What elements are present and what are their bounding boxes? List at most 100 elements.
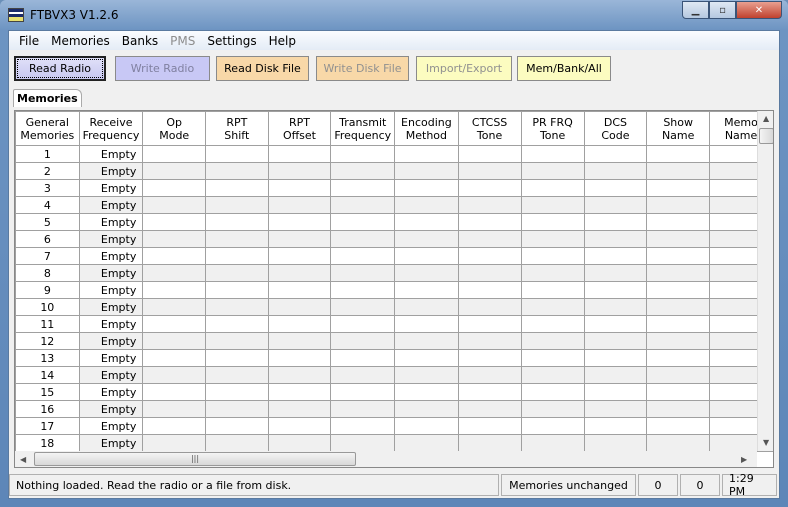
grid-cell[interactable] — [267, 434, 332, 452]
grid-cell[interactable] — [457, 400, 522, 418]
grid-cell[interactable] — [394, 332, 459, 350]
grid-cell[interactable] — [394, 417, 459, 435]
grid-cell[interactable] — [646, 298, 711, 316]
horizontal-scrollbar[interactable]: ◀ ||| ▶ — [15, 451, 757, 467]
grid-cell[interactable] — [520, 145, 585, 163]
grid-cell[interactable] — [646, 417, 711, 435]
grid-cell[interactable] — [142, 332, 207, 350]
grid-cell[interactable] — [205, 434, 269, 452]
grid-cell[interactable] — [267, 383, 332, 401]
column-header[interactable]: CTCSS Tone — [457, 111, 522, 146]
grid-cell[interactable] — [142, 400, 207, 418]
menu-file[interactable]: File — [13, 34, 45, 48]
grid-cell[interactable] — [205, 213, 269, 231]
grid-cell[interactable] — [205, 383, 269, 401]
grid-cell[interactable] — [457, 383, 522, 401]
grid-cell[interactable] — [646, 315, 711, 333]
receive-frequency-cell[interactable]: Empty — [78, 145, 144, 163]
grid-cell[interactable] — [267, 400, 332, 418]
grid-cell[interactable] — [583, 417, 648, 435]
grid-cell[interactable] — [457, 315, 522, 333]
receive-frequency-cell[interactable]: Empty — [78, 349, 144, 367]
vertical-scroll-thumb[interactable] — [759, 128, 773, 144]
grid-cell[interactable] — [583, 383, 648, 401]
read-radio-button[interactable]: Read Radio — [14, 56, 106, 81]
grid-cell[interactable] — [646, 162, 711, 180]
grid-cell[interactable] — [267, 213, 332, 231]
receive-frequency-cell[interactable]: Empty — [78, 434, 144, 452]
scroll-left-icon[interactable]: ◀ — [20, 455, 26, 464]
grid-cell[interactable] — [457, 213, 522, 231]
table-row[interactable]: 12 Empty — [15, 332, 773, 350]
grid-cell[interactable] — [330, 264, 396, 282]
grid-cell[interactable] — [394, 179, 459, 197]
row-number[interactable]: 16 — [15, 400, 80, 418]
grid-cell[interactable] — [457, 145, 522, 163]
receive-frequency-cell[interactable]: Empty — [78, 281, 144, 299]
vertical-scrollbar[interactable]: ▲ ▼ — [757, 111, 773, 451]
grid-cell[interactable] — [142, 179, 207, 197]
grid-cell[interactable] — [394, 366, 459, 384]
grid-cell[interactable] — [330, 247, 396, 265]
receive-frequency-cell[interactable]: Empty — [78, 162, 144, 180]
grid-cell[interactable] — [142, 264, 207, 282]
row-number[interactable]: 9 — [15, 281, 80, 299]
receive-frequency-cell[interactable]: Empty — [78, 400, 144, 418]
grid-cell[interactable] — [205, 247, 269, 265]
grid-cell[interactable] — [583, 434, 648, 452]
grid-cell[interactable] — [205, 196, 269, 214]
grid-cell[interactable] — [330, 417, 396, 435]
table-row[interactable]: 1 Empty — [15, 145, 773, 163]
grid-cell[interactable] — [394, 383, 459, 401]
grid-cell[interactable] — [520, 315, 585, 333]
grid-cell[interactable] — [583, 332, 648, 350]
grid-cell[interactable] — [457, 434, 522, 452]
grid-cell[interactable] — [394, 434, 459, 452]
grid-cell[interactable] — [394, 196, 459, 214]
tab-memories[interactable]: Memories — [13, 89, 82, 107]
grid-cell[interactable] — [583, 264, 648, 282]
grid-cell[interactable] — [267, 298, 332, 316]
table-row[interactable]: 4 Empty — [15, 196, 773, 214]
grid-cell[interactable] — [330, 281, 396, 299]
grid-cell[interactable] — [457, 162, 522, 180]
grid-cell[interactable] — [142, 196, 207, 214]
grid-cell[interactable] — [457, 417, 522, 435]
grid-cell[interactable] — [520, 281, 585, 299]
grid-cell[interactable] — [520, 400, 585, 418]
row-number[interactable]: 8 — [15, 264, 80, 282]
grid-cell[interactable] — [142, 349, 207, 367]
grid-cell[interactable] — [520, 417, 585, 435]
grid-cell[interactable] — [520, 179, 585, 197]
column-header[interactable]: RPT Shift — [205, 111, 269, 146]
column-header[interactable]: Receive Frequency — [78, 111, 144, 146]
grid-cell[interactable] — [646, 434, 711, 452]
mem-bank-all-button[interactable]: Mem/Bank/All — [517, 56, 611, 81]
grid-cell[interactable] — [267, 366, 332, 384]
grid-cell[interactable] — [267, 315, 332, 333]
row-number[interactable]: 12 — [15, 332, 80, 350]
menu-help[interactable]: Help — [263, 34, 302, 48]
grid-cell[interactable] — [394, 145, 459, 163]
receive-frequency-cell[interactable]: Empty — [78, 230, 144, 248]
grid-cell[interactable] — [205, 332, 269, 350]
grid-cell[interactable] — [583, 179, 648, 197]
grid-cell[interactable] — [520, 230, 585, 248]
grid-cell[interactable] — [142, 315, 207, 333]
grid-cell[interactable] — [394, 264, 459, 282]
grid-cell[interactable] — [646, 213, 711, 231]
grid-cell[interactable] — [205, 281, 269, 299]
row-number[interactable]: 15 — [15, 383, 80, 401]
grid-cell[interactable] — [583, 315, 648, 333]
grid-cell[interactable] — [583, 349, 648, 367]
grid-cell[interactable] — [205, 145, 269, 163]
grid-cell[interactable] — [142, 162, 207, 180]
grid-cell[interactable] — [267, 247, 332, 265]
grid-cell[interactable] — [330, 179, 396, 197]
row-number[interactable]: 13 — [15, 349, 80, 367]
grid-cell[interactable] — [583, 213, 648, 231]
receive-frequency-cell[interactable]: Empty — [78, 196, 144, 214]
grid-cell[interactable] — [330, 213, 396, 231]
grid-cell[interactable] — [205, 400, 269, 418]
grid-cell[interactable] — [583, 247, 648, 265]
